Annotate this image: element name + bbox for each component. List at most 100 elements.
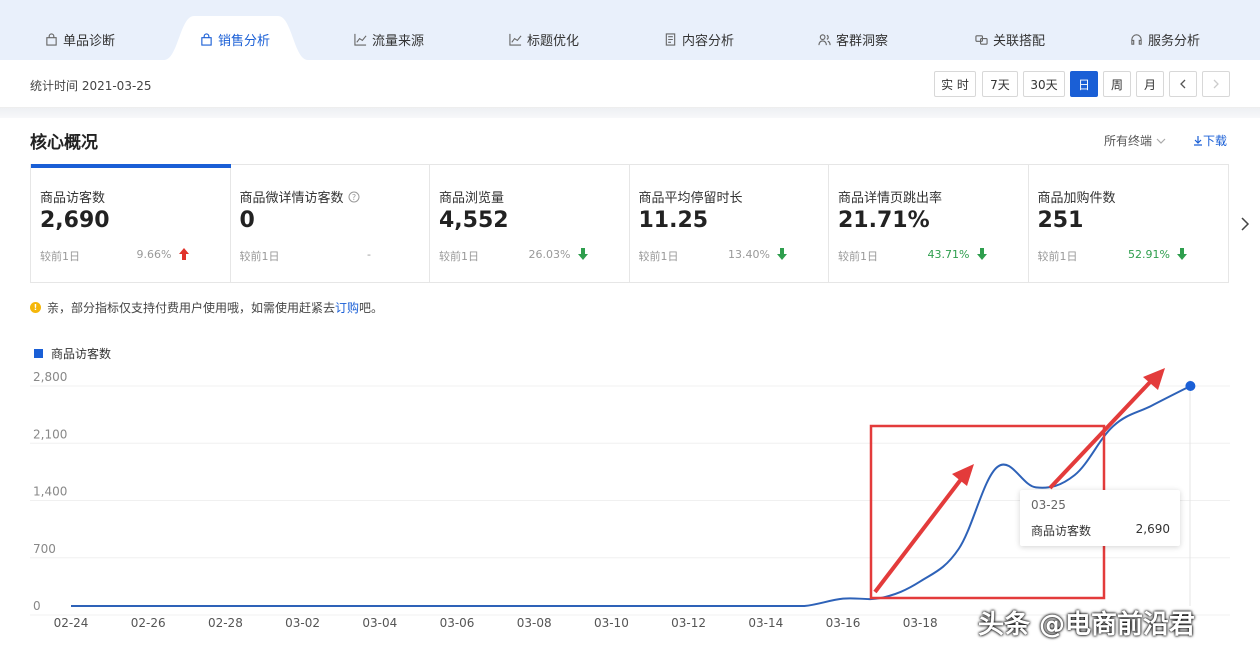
x-tick-label: 03-02: [285, 616, 320, 630]
tab-label: 内容分析: [682, 33, 735, 49]
link-icon: [975, 34, 988, 45]
metric-value: 251: [1037, 208, 1084, 233]
info-icon: !: [30, 302, 41, 313]
metric-label: 商品访客数: [40, 191, 106, 206]
chevron-right-icon: [1213, 79, 1219, 89]
x-tick-label: 02-24: [54, 616, 89, 630]
y-tick-label: 700: [33, 542, 56, 556]
cards-next-icon[interactable]: [1238, 214, 1252, 234]
metric-card-pageviews[interactable]: 商品浏览量 4,552 较前1日 26.03%: [430, 165, 630, 282]
metric-label: 商品平均停留时长: [638, 191, 743, 206]
trend-icon: [354, 33, 367, 46]
metric-card-visitors[interactable]: 商品访客数 2,690 较前1日 9.66%: [31, 164, 231, 282]
metric-card-micro-visitors[interactable]: 商品微详情访客数 ? 0 较前1日 -: [231, 165, 430, 282]
tooltip-series-name: 商品访客数: [1031, 524, 1092, 538]
metric-compare-label: 较前1日: [638, 250, 679, 263]
tab-label: 关联搭配: [993, 33, 1046, 49]
x-tick-label: 03-18: [903, 616, 938, 630]
x-tick-label: 03-12: [671, 616, 706, 630]
y-tick-label: 0: [33, 599, 41, 613]
x-tick-label: 03-16: [826, 616, 861, 630]
trend-icon: [509, 33, 522, 46]
metric-card-avg-stay[interactable]: 商品平均停留时长 11.25 较前1日 13.40%: [630, 165, 829, 282]
y-tick-label: 2,800: [33, 370, 67, 384]
tab-related-match[interactable]: 关联搭配: [975, 18, 1045, 60]
headset-icon: [1131, 33, 1142, 45]
metric-value: 2,690: [40, 208, 110, 233]
subscribe-link[interactable]: 订购: [335, 301, 359, 315]
tab-label: 标题优化: [527, 33, 580, 49]
metric-value: 21.71%: [838, 208, 930, 233]
y-tick-label: 1,400: [33, 485, 67, 499]
x-tick-label: 03-14: [748, 616, 783, 630]
svg-text:?: ?: [351, 193, 355, 202]
stat-time-label: 统计时间 2021-03-25: [30, 79, 152, 93]
next-date-button[interactable]: [1202, 71, 1230, 97]
document-icon: [665, 32, 676, 46]
y-tick-label: 2,100: [33, 427, 67, 441]
tab-sales-analysis[interactable]: 销售分析: [200, 18, 270, 60]
metric-value: 11.25: [638, 208, 709, 233]
metric-label: 商品微详情访客数: [239, 191, 344, 206]
tab-content-analysis[interactable]: 内容分析: [664, 18, 734, 60]
tab-label: 流量来源: [372, 33, 425, 49]
metric-card-bounce-rate[interactable]: 商品详情页跳出率 21.71% 较前1日 43.71%: [829, 165, 1029, 282]
metric-compare-label: 较前1日: [40, 250, 80, 263]
terminal-select-value: 所有终端: [1104, 134, 1153, 148]
paid-notice: ! 亲，部分指标仅支持付费用户使用哦，如需使用赶紧去订购吧。: [30, 299, 383, 316]
x-tick-label: 03-08: [517, 616, 552, 630]
notice-message: 亲，部分指标仅支持付费用户使用哦，如需使用赶紧去: [47, 301, 336, 315]
x-tick-label: 02-26: [131, 616, 166, 630]
range-7day-button[interactable]: 7天: [982, 71, 1018, 97]
core-overview-title: 核心概况: [30, 133, 98, 153]
range-week-button[interactable]: 周: [1103, 71, 1131, 97]
chart-tooltip: 03-25 商品访客数 2,690: [1020, 490, 1180, 546]
metric-label-wrap: 商品微详情访客数 ?: [240, 187, 360, 206]
tab-label: 服务分析: [1148, 33, 1201, 49]
metric-compare-label: 较前1日: [1037, 250, 1078, 263]
metric-card-add-to-cart[interactable]: 商品加购件数 251 较前1日 52.91%: [1029, 165, 1229, 282]
metric-compare-label: 较前1日: [439, 250, 479, 263]
range-realtime-button[interactable]: 实 时: [934, 71, 976, 97]
prev-date-button[interactable]: [1169, 71, 1197, 97]
metric-value: 4,552: [439, 208, 509, 233]
tooltip-date: 03-25: [1031, 498, 1066, 512]
range-30day-button[interactable]: 30天: [1023, 71, 1065, 97]
bag-icon: [201, 32, 212, 46]
metric-label: 商品详情页跳出率: [838, 191, 943, 206]
series-last-point: [1185, 380, 1196, 391]
chevron-down-icon: [1156, 138, 1166, 144]
arrow-up-icon: [178, 248, 189, 260]
x-tick-label: 03-06: [440, 616, 475, 630]
help-icon[interactable]: ?: [348, 191, 360, 203]
tab-service-analysis[interactable]: 服务分析: [1130, 18, 1200, 60]
tab-single-diagnosis[interactable]: 单品诊断: [45, 18, 115, 60]
x-tick-label: 03-04: [362, 616, 397, 630]
x-axis-ticks: 02-24 02-26 02-28 03-02 03-04 03-06 03-08 03-10…: [54, 616, 938, 630]
tab-label: 单品诊断: [63, 33, 116, 49]
people-icon: [818, 33, 831, 45]
annotation-arrow: [873, 464, 974, 594]
metric-cards: 商品访客数 2,690 较前1日 9.66% 商品微详情访客数 ? 0 较前1日…: [30, 164, 1229, 283]
bag-icon: [46, 32, 57, 46]
section-divider: [0, 108, 1260, 118]
download-link[interactable]: 下载: [1193, 132, 1227, 149]
notice-text: 亲，部分指标仅支持付费用户使用哦，如需使用赶紧去订购吧。: [47, 299, 383, 316]
range-day-button[interactable]: 日: [1070, 71, 1098, 97]
x-tick-label: 02-28: [208, 616, 243, 630]
tab-customer-insight[interactable]: 客群洞察: [818, 18, 888, 60]
range-month-button[interactable]: 月: [1136, 71, 1164, 97]
tab-title-optimize[interactable]: 标题优化: [509, 18, 579, 60]
y-axis-ticks: 2,800 2,100 1,400 700 0: [33, 370, 67, 613]
metric-change-pct: 26.03%: [528, 248, 571, 261]
tab-bar: 单品诊断 销售分析 流量来源 标题优化 内容分析 客群洞察 关联搭配 服务分析: [0, 0, 1260, 60]
metric-change-pct: -: [367, 248, 371, 261]
chevron-left-icon: [1180, 79, 1186, 89]
tab-label: 客群洞察: [836, 33, 889, 49]
time-filter-row: 统计时间 2021-03-25 实 时 7天 30天 日 周 月: [0, 60, 1260, 108]
terminal-select[interactable]: 所有终端: [1104, 132, 1166, 149]
arrow-down-icon: [1177, 248, 1187, 260]
download-label: 下载: [1203, 134, 1228, 148]
tab-traffic-source[interactable]: 流量来源: [354, 18, 424, 60]
metric-change-pct: 9.66%: [136, 248, 172, 261]
